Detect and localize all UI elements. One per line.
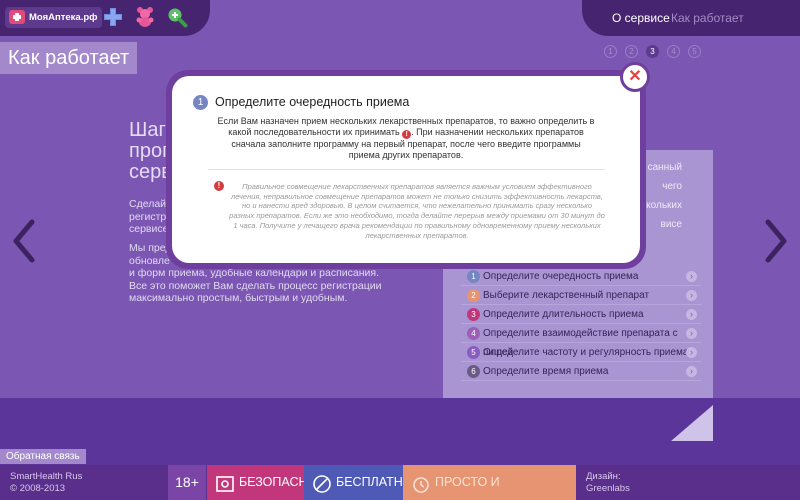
step-number-badge: 5 [467, 346, 480, 359]
footer: SmartHealth Rus © 2008-2013 18+ БЕЗОПАСН… [0, 465, 800, 500]
step-number-badge: 6 [467, 365, 480, 378]
design-credit[interactable]: Дизайн: Greenlabs [586, 471, 630, 495]
step-item-6[interactable]: 6 Определите время приема › [461, 362, 701, 381]
chevron-right-icon: › [686, 309, 697, 320]
step-number-badge: 3 [467, 308, 480, 321]
nav-how-it-works-link[interactable]: Как работает [671, 11, 744, 25]
header-left: МояАптека.рф [0, 0, 210, 36]
copyright-line: © 2008-2013 [10, 483, 66, 494]
step-label: Выберите лекарственный препарат [483, 290, 650, 301]
step-list: 1 Определите очередность приема › 2 Выбе… [461, 267, 701, 381]
step-label: Определите время приема [483, 366, 609, 377]
nav-about-link[interactable]: О сервисе [612, 11, 670, 25]
copyright-line: SmartHealth Rus [10, 471, 83, 482]
step-pager: 1 2 3 4 5 [604, 45, 701, 58]
teddy-bear-icon[interactable] [134, 6, 156, 28]
step-number-badge: 4 [467, 327, 480, 340]
logo-text: МояАптека.рф [29, 12, 98, 23]
description-line: максимально простым, быстрым и удобным. [129, 292, 348, 304]
chevron-right-icon: › [686, 366, 697, 377]
design-credit-line: Дизайн: [586, 471, 621, 482]
logo[interactable]: МояАптека.рф [5, 7, 103, 28]
step-item-2[interactable]: 2 Выберите лекарственный препарат › [461, 286, 701, 305]
chevron-right-icon: › [686, 328, 697, 339]
pager-step-5[interactable]: 5 [688, 45, 701, 58]
pager-step-1[interactable]: 1 [604, 45, 617, 58]
design-credit-line: Greenlabs [586, 483, 630, 494]
medical-cross-icon[interactable] [102, 6, 124, 28]
step-number-badge: 2 [467, 289, 480, 302]
modal-text: Если Вам назначен прием нескольких лекар… [216, 116, 596, 161]
step-item-5[interactable]: 5 Определите частоту и регулярность прие… [461, 343, 701, 362]
page-title: Как работает [0, 42, 138, 74]
pager-step-2[interactable]: 2 [625, 45, 638, 58]
step-number-badge: 1 [467, 270, 480, 283]
step-item-3[interactable]: 3 Определите длительность приема › [461, 305, 701, 324]
tag-safe: БЕЗОПАСНО [207, 465, 317, 500]
chevron-right-icon: › [686, 347, 697, 358]
clock-icon [411, 473, 431, 493]
age-rating-badge: 18+ [168, 465, 206, 500]
next-arrow-icon[interactable] [760, 218, 790, 264]
prev-arrow-icon[interactable] [10, 218, 40, 264]
step-item-4[interactable]: 4 Определите взаимодействие препарата с … [461, 324, 701, 358]
tag-simple-effective: ПРОСТО И ЭФФЕКТИВНО [403, 465, 576, 500]
step-label: Определите очередность приема [483, 271, 639, 282]
modal-title: Определите очередность приема [215, 95, 410, 109]
close-icon[interactable]: ✕ [620, 62, 650, 92]
description-line: Все это поможет Вам сделать процесс реги… [129, 279, 382, 292]
tag-label: БЕСПЛАТНО [336, 475, 413, 489]
no-money-icon [312, 473, 332, 493]
pager-step-4[interactable]: 4 [667, 45, 680, 58]
search-plus-icon[interactable] [166, 6, 188, 28]
step-label: Определите длительность приема [483, 309, 644, 320]
warning-icon: ! [214, 181, 224, 191]
feedback-link[interactable]: Обратная связь [0, 449, 86, 464]
modal-note: Правильное совмещение лекарственных преп… [229, 182, 605, 240]
warning-icon: ! [402, 130, 412, 139]
step-modal: 1 Определите очередность приема Если Вам… [172, 76, 640, 263]
tag-free: БЕСПЛАТНО [304, 465, 413, 500]
footer-band [0, 398, 800, 468]
copyright: SmartHealth Rus © 2008-2013 [10, 471, 82, 495]
safe-icon [215, 473, 235, 493]
medkit-icon [9, 10, 25, 24]
tag-label: ПРОСТО И ЭФФЕКТИВНО [435, 475, 500, 489]
header-right: О сервисе Как работает [582, 0, 800, 36]
modal-step-number: 1 [193, 95, 208, 110]
step-label: Определите частоту и регулярность приема [483, 347, 689, 358]
chevron-right-icon: › [686, 290, 697, 301]
step-item-1[interactable]: 1 Определите очередность приема › [461, 267, 701, 286]
chevron-right-icon: › [686, 271, 697, 282]
pager-step-3[interactable]: 3 [646, 45, 659, 58]
modal-divider [208, 169, 605, 170]
